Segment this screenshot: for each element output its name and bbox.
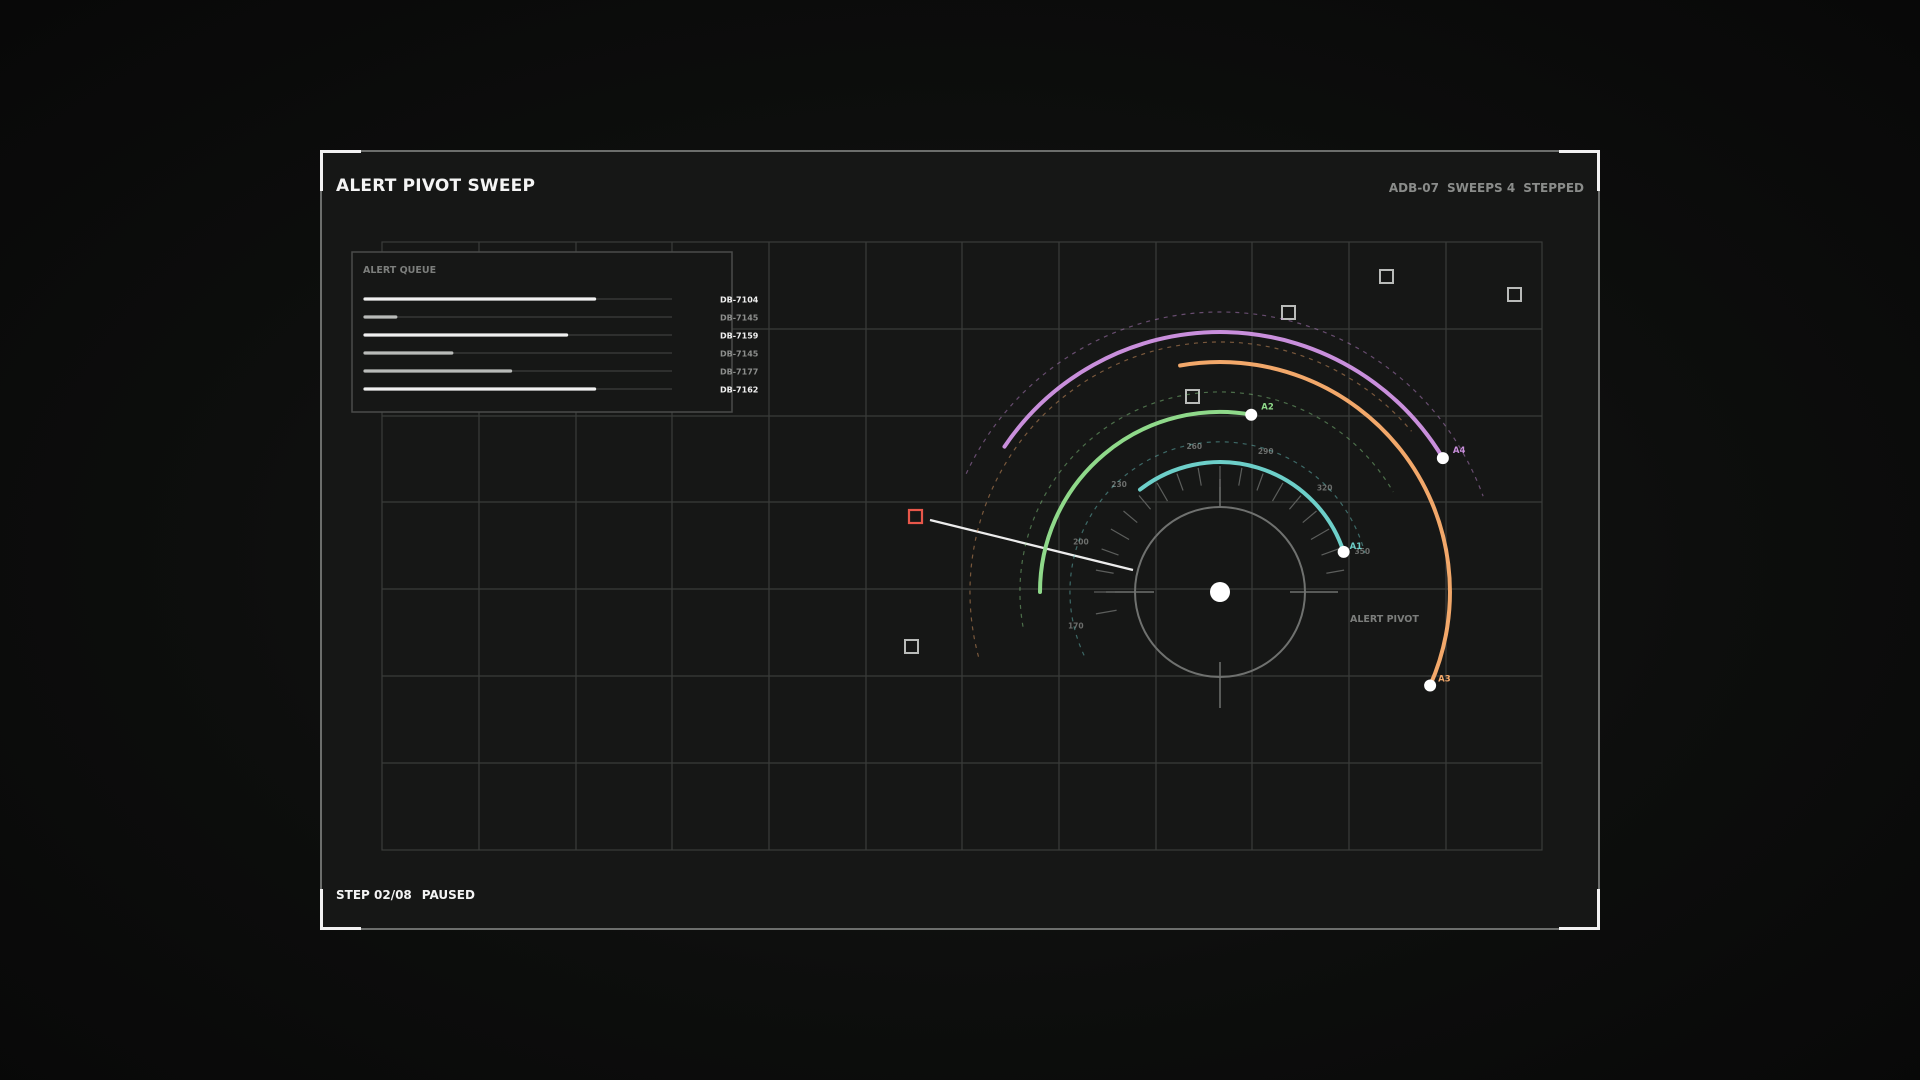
dial-tick <box>1302 510 1317 524</box>
dial-tick-label: 290 <box>1258 447 1274 456</box>
play-state: PAUSED <box>421 888 475 902</box>
dial-tick <box>1110 528 1130 541</box>
dial-tick <box>1256 473 1264 491</box>
playback-status: STEP 02/08 PAUSED <box>336 888 475 902</box>
dial-tick <box>1176 473 1184 491</box>
dial-label: ALERT PIVOT <box>1350 614 1419 625</box>
sweep-mode: STEPPED <box>1523 181 1584 195</box>
sweep-arc-label: A4 <box>1453 446 1466 456</box>
scan-marker[interactable] <box>904 639 919 654</box>
queue-row-id: DB-7177 <box>720 368 758 377</box>
pivot-link-line <box>929 518 1134 572</box>
sweep-panel: ALERT QUEUE DB-7104 DB-7145 DB-7159 DB-7145… <box>320 150 1600 930</box>
sweep-guide-arc <box>1069 441 1366 656</box>
sweep-guide-arc <box>965 311 1484 497</box>
scan-marker[interactable] <box>1185 389 1200 404</box>
dial-tick-label: 170 <box>1068 621 1084 630</box>
selected-alert-marker[interactable] <box>907 508 924 525</box>
queue-row-id: DB-7159 <box>720 332 759 341</box>
sweep-arc-label: A3 <box>1438 675 1451 685</box>
queue-row-id: DB-7145 <box>720 350 759 359</box>
sweep-endpoint-handle[interactable] <box>1337 545 1350 558</box>
alert-queue-panel: ALERT QUEUE DB-7104 DB-7145 DB-7159 DB-7145… <box>351 251 759 413</box>
sweep-arc-a1[interactable]: A1 <box>1069 441 1366 656</box>
step-counter: STEP 02/08 <box>336 888 412 902</box>
dial-tick <box>1271 482 1284 502</box>
dial-tick <box>1310 528 1330 541</box>
alert-pivot-dial: 170200230260290320350ALERT PIVOT <box>1068 442 1419 708</box>
sweep-endpoint-handle[interactable] <box>1436 452 1449 465</box>
sweep-visualization: ALERT QUEUE DB-7104 DB-7145 DB-7159 DB-7145… <box>351 241 1543 851</box>
scan-marker[interactable] <box>1379 269 1394 284</box>
sweep-arc-path <box>1002 330 1445 461</box>
dial-tick <box>1156 482 1169 502</box>
sweep-endpoint-handle[interactable] <box>1424 679 1437 692</box>
dial-tick <box>1095 609 1117 615</box>
pivot-center-dot[interactable] <box>1210 582 1230 602</box>
queue-row-id: DB-7104 <box>720 296 759 305</box>
dial-tick <box>1197 467 1202 486</box>
header-meta: ADB-07 SWEEPS 4 STEPPED <box>1389 181 1584 195</box>
sweep-count: SWEEPS 4 <box>1446 181 1516 195</box>
dial-tick-label: 200 <box>1073 537 1089 546</box>
alert-queue-title: ALERT QUEUE <box>363 265 436 276</box>
sweep-arc-label: A2 <box>1261 403 1274 413</box>
device-id: ADB-07 <box>1388 181 1439 195</box>
queue-row-id: DB-7145 <box>720 314 759 323</box>
page-title: ALERT PIVOT SWEEP <box>336 176 536 196</box>
sweep-arc-label: A1 <box>1350 542 1363 552</box>
dial-tick <box>1326 569 1345 574</box>
dial-tick <box>1101 548 1119 556</box>
dial-tick <box>1123 510 1138 524</box>
dial-tick <box>1321 548 1339 556</box>
queue-row-id: DB-7162 <box>720 386 758 395</box>
sweep-arc-a3[interactable]: A3 <box>969 341 1452 692</box>
scan-marker[interactable] <box>1507 287 1522 302</box>
dial-tick <box>1238 467 1243 486</box>
sweep-endpoint-handle[interactable] <box>1245 408 1258 421</box>
sweep-arc-a4[interactable]: A4 <box>965 311 1484 497</box>
scan-marker[interactable] <box>1281 305 1296 320</box>
dial-tick <box>1095 569 1114 574</box>
